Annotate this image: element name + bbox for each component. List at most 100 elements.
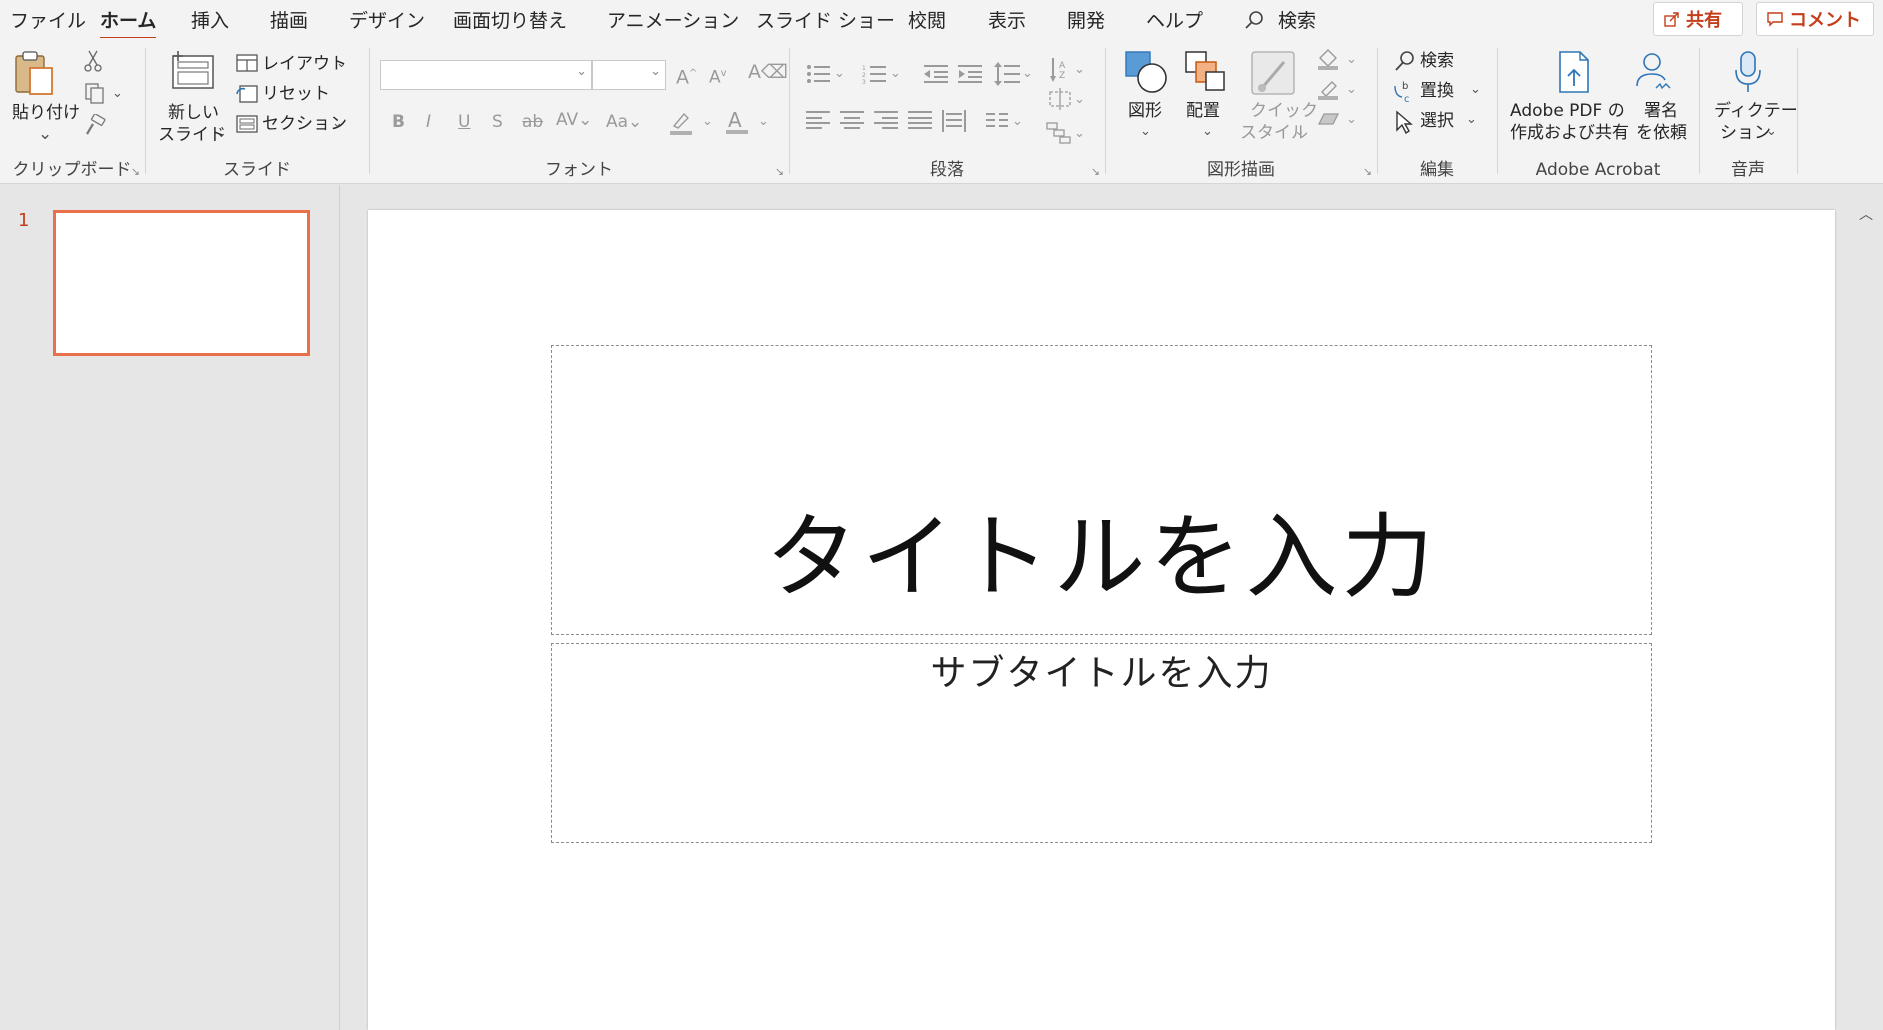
shape-effects-icon[interactable]: [1316, 108, 1340, 130]
align-text-icon[interactable]: [1048, 88, 1072, 110]
comments-button[interactable]: コメント: [1756, 2, 1874, 36]
numbering-icon[interactable]: 123: [862, 64, 886, 84]
decrease-font-size-icon[interactable]: Av: [709, 64, 727, 88]
chevron-down-icon[interactable]: ⌄: [38, 124, 52, 144]
tab-view[interactable]: 表示: [988, 6, 1026, 33]
align-center-icon[interactable]: [840, 110, 864, 130]
font-name-combo[interactable]: ⌄: [380, 60, 592, 90]
dialog-launcher-icon[interactable]: ↘: [1091, 165, 1100, 178]
chevron-down-icon[interactable]: ⌄: [1346, 50, 1357, 70]
create-share-pdf-label-1[interactable]: Adobe PDF の: [1510, 100, 1625, 122]
dialog-launcher-icon[interactable]: ↘: [1363, 165, 1372, 178]
align-right-icon[interactable]: [874, 110, 898, 130]
dictate-label-1[interactable]: ディクテー: [1714, 100, 1798, 122]
highlight-icon[interactable]: [668, 110, 694, 136]
chevron-down-icon[interactable]: ⌄: [1470, 80, 1481, 100]
create-share-pdf-label-2[interactable]: 作成および共有: [1510, 122, 1629, 144]
dialog-launcher-icon[interactable]: ↘: [775, 165, 784, 178]
text-direction-icon[interactable]: AZ: [1050, 56, 1072, 82]
strikethrough-icon[interactable]: ab: [522, 112, 543, 132]
bold-icon[interactable]: B: [392, 112, 405, 132]
select-button[interactable]: 選択: [1420, 110, 1454, 132]
tab-draw[interactable]: 描画: [270, 6, 308, 33]
tab-transitions[interactable]: 画面切り替え: [453, 6, 567, 33]
chevron-down-icon[interactable]: ⌄: [1074, 124, 1085, 144]
chevron-down-icon[interactable]: ⌄: [1294, 122, 1305, 142]
character-spacing-icon[interactable]: AV⌄: [556, 110, 592, 130]
chevron-down-icon[interactable]: ⌄: [702, 112, 713, 132]
chevron-down-icon[interactable]: ⌄: [1140, 122, 1151, 142]
share-button[interactable]: 共有: [1653, 2, 1743, 36]
underline-icon[interactable]: U: [458, 112, 470, 132]
layout-button[interactable]: レイアウト: [262, 53, 347, 75]
paste-button[interactable]: 貼り付け: [12, 102, 80, 124]
request-signature-label-1[interactable]: 署名: [1644, 100, 1678, 122]
replace-button[interactable]: 置換: [1420, 80, 1454, 102]
slide-canvas[interactable]: タイトルを入力 サブタイトルを入力: [368, 210, 1835, 1030]
tab-developer[interactable]: 開発: [1067, 6, 1105, 33]
decrease-indent-icon[interactable]: [924, 64, 948, 84]
quick-styles-label-1[interactable]: クイック: [1250, 100, 1318, 122]
increase-indent-icon[interactable]: [958, 64, 982, 84]
tab-animations[interactable]: アニメーション: [607, 6, 739, 33]
tell-me-search[interactable]: 検索: [1244, 6, 1316, 33]
find-button[interactable]: 検索: [1420, 50, 1454, 72]
tab-insert[interactable]: 挿入: [191, 6, 229, 33]
chevron-down-icon[interactable]: ⌄: [1022, 64, 1033, 84]
subtitle-placeholder[interactable]: サブタイトルを入力: [551, 643, 1652, 843]
microphone-icon[interactable]: [1732, 50, 1764, 94]
change-case-icon[interactable]: Aa⌄: [606, 112, 642, 132]
cut-icon[interactable]: [84, 50, 102, 72]
chevron-down-icon[interactable]: ⌄: [1074, 60, 1085, 80]
new-slide-icon[interactable]: [170, 50, 216, 90]
shape-outline-icon[interactable]: [1316, 78, 1340, 100]
align-left-icon[interactable]: [806, 110, 830, 130]
font-color-icon[interactable]: A: [724, 108, 750, 136]
request-signature-label-2[interactable]: を依頼: [1636, 122, 1687, 144]
quick-styles-icon[interactable]: [1250, 50, 1296, 96]
chevron-down-icon[interactable]: ⌄: [834, 64, 845, 84]
chevron-down-icon[interactable]: ⌄: [1012, 112, 1023, 132]
chevron-down-icon[interactable]: ⌄: [890, 64, 901, 84]
shape-fill-icon[interactable]: [1316, 48, 1340, 70]
reset-button[interactable]: リセット: [262, 83, 330, 105]
tab-file[interactable]: ファイル: [10, 6, 86, 33]
copy-icon[interactable]: [84, 82, 106, 104]
line-spacing-icon[interactable]: [994, 62, 1020, 86]
smartart-icon[interactable]: [1046, 122, 1072, 144]
justify-icon[interactable]: [908, 110, 932, 130]
chevron-down-icon[interactable]: ⌄: [216, 124, 227, 144]
shapes-icon[interactable]: [1124, 50, 1168, 94]
distributed-icon[interactable]: [942, 110, 966, 132]
request-signature-icon[interactable]: [1634, 50, 1674, 94]
chevron-down-icon[interactable]: ⌄: [758, 112, 769, 132]
increase-font-size-icon[interactable]: A^: [676, 64, 697, 87]
tab-design[interactable]: デザイン: [349, 6, 425, 33]
shapes-button[interactable]: 図形: [1128, 100, 1162, 122]
font-size-combo[interactable]: ⌄: [592, 60, 666, 90]
chevron-down-icon[interactable]: ⌄: [1346, 110, 1357, 130]
copy-dropdown-icon[interactable]: ⌄: [112, 84, 123, 104]
arrange-icon[interactable]: [1184, 50, 1228, 94]
chevron-down-icon[interactable]: ⌄: [1346, 80, 1357, 100]
tab-home[interactable]: ホーム: [100, 6, 157, 40]
new-slide-label-1[interactable]: 新しい: [168, 102, 219, 124]
tab-slideshow[interactable]: スライド ショー: [756, 6, 895, 33]
chevron-down-icon[interactable]: ⌄: [1766, 122, 1777, 142]
arrange-button[interactable]: 配置: [1186, 100, 1220, 122]
chevron-down-icon[interactable]: ⌄: [332, 114, 343, 134]
create-pdf-icon[interactable]: [1554, 50, 1594, 94]
italic-icon[interactable]: I: [426, 112, 431, 132]
dictate-label-2[interactable]: ション: [1720, 122, 1771, 144]
chevron-down-icon[interactable]: ⌄: [1074, 90, 1085, 110]
chevron-down-icon[interactable]: ⌄: [1202, 122, 1213, 142]
chevron-down-icon[interactable]: ⌄: [336, 54, 347, 74]
tab-help[interactable]: ヘルプ: [1146, 6, 1203, 33]
chevron-down-icon[interactable]: ⌄: [1466, 110, 1477, 130]
tab-review[interactable]: 校閲: [908, 6, 946, 33]
dialog-launcher-icon[interactable]: ↘: [131, 165, 140, 178]
shadow-icon[interactable]: S: [492, 112, 503, 132]
slide-thumbnail[interactable]: [53, 210, 310, 356]
collapse-ribbon-icon[interactable]: ︿: [1859, 204, 1873, 224]
title-placeholder[interactable]: タイトルを入力: [551, 345, 1652, 635]
